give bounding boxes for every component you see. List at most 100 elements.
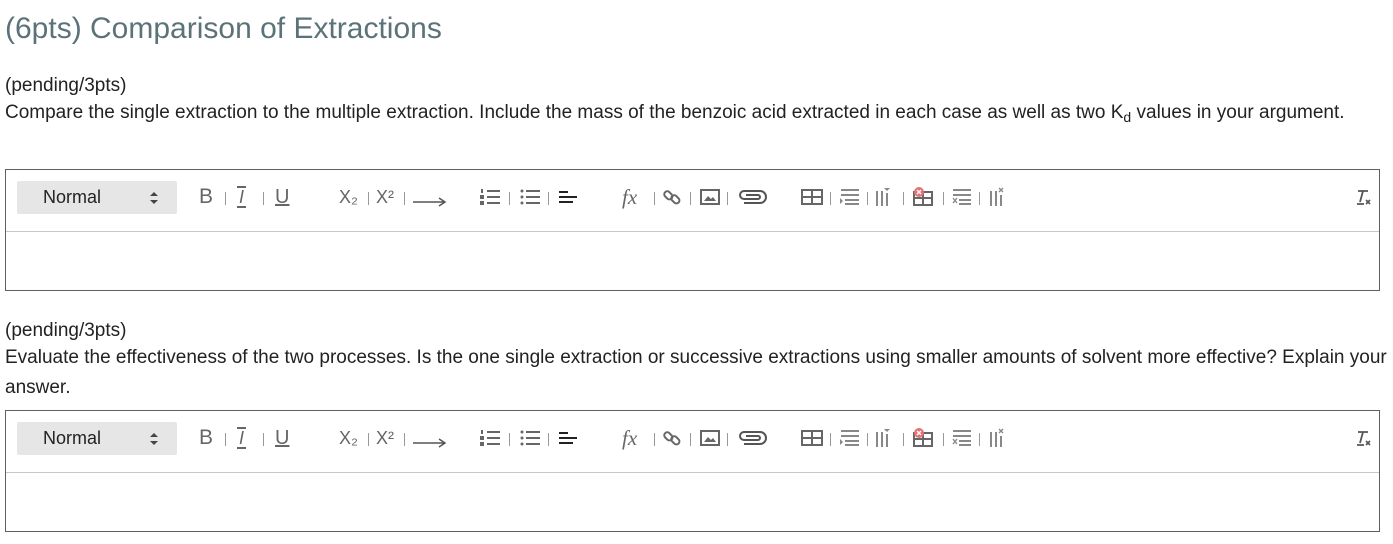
toolbar-separator [263,433,264,446]
arrow-button[interactable] [411,425,449,451]
format-select-label: Normal [43,428,102,448]
toolbar-separator [727,192,728,205]
editor-toolbar: Normal B I U X₂ X² fx [6,411,1379,473]
delete-table-icon [913,428,933,447]
toolbar-separator [548,192,549,205]
bullet-list-button[interactable] [519,425,541,451]
italic-button[interactable]: I [237,184,247,210]
align-button[interactable] [557,425,579,451]
delete-column-button[interactable] [988,425,1010,451]
link-icon [663,431,681,446]
editor-toolbar: Normal B I U X₂ X² fx [6,170,1379,232]
toolbar-separator [263,192,264,205]
attachment-button[interactable] [736,425,768,451]
toolbar-separator [903,433,904,446]
delete-table-button[interactable] [911,425,935,451]
delete-table-icon [913,187,933,206]
format-select[interactable]: Normal [17,422,177,455]
attachment-button[interactable] [736,184,768,210]
insert-row-button[interactable] [839,184,861,210]
delete-column-button[interactable] [988,184,1010,210]
align-button[interactable] [557,184,579,210]
toolbar-separator [225,192,226,205]
table-icon [801,430,823,446]
underline-icon: U [275,185,290,208]
italic-icon: I [237,427,247,449]
page-title: (6pts) Comparison of Extractions [5,12,442,45]
table-button[interactable] [801,184,823,210]
insert-column-icon [876,188,890,206]
italic-button[interactable]: I [237,425,247,451]
clear-format-icon [1357,190,1371,205]
ordered-list-button[interactable] [479,425,501,451]
ordered-list-button[interactable] [479,184,501,210]
toolbar-separator [943,192,944,205]
toolbar-separator [548,433,549,446]
toolbar-separator [727,433,728,446]
link-button[interactable] [661,425,683,451]
toolbar-separator [903,192,904,205]
insert-column-button[interactable] [874,184,896,210]
question-status: (pending/3pts) [5,320,127,341]
toolbar-separator [690,433,691,446]
underline-icon: U [275,426,290,449]
delete-row-button[interactable] [951,425,973,451]
clear-format-icon [1357,431,1371,446]
underline-button[interactable]: U [275,184,289,210]
toolbar-separator [654,433,655,446]
delete-column-icon [990,428,1004,447]
select-arrows-icon [150,433,158,445]
bold-icon: B [199,426,214,449]
formula-icon: fx [622,184,638,209]
bold-icon: B [199,185,214,208]
answer-text-area[interactable] [6,232,1379,290]
formula-button[interactable]: fx [622,425,637,451]
delete-column-icon [990,187,1004,206]
question-2: (pending/3pts) Evaluate the effectivenes… [5,319,1388,407]
image-icon [700,189,720,205]
attachment-icon [739,431,767,445]
toolbar-separator [979,192,980,205]
link-icon [663,190,681,205]
toolbar-separator [509,192,510,205]
insert-row-button[interactable] [839,425,861,451]
delete-row-icon [952,430,971,446]
formula-button[interactable]: fx [622,184,637,210]
answer-editor-2: Normal B I U X₂ X² fx [5,410,1380,532]
arrow-icon [413,197,447,207]
insert-column-button[interactable] [874,425,896,451]
delete-table-button[interactable] [911,184,935,210]
format-select[interactable]: Normal [17,181,177,214]
image-button[interactable] [699,184,721,210]
bullet-list-button[interactable] [519,184,541,210]
image-icon [700,430,720,446]
toolbar-separator [943,433,944,446]
italic-icon: I [237,186,247,208]
toolbar-separator [867,433,868,446]
underline-button[interactable]: U [275,425,289,451]
subscript-button[interactable]: X₂ [339,184,358,210]
link-button[interactable] [661,184,683,210]
clear-format-button[interactable] [1352,425,1374,451]
toolbar-separator [690,192,691,205]
bold-button[interactable]: B [199,184,213,210]
clear-format-button[interactable] [1352,184,1374,210]
arrow-button[interactable] [411,184,449,210]
subscript-button[interactable]: X₂ [339,425,358,451]
question-prompt: Compare the single extraction to the mul… [5,102,1345,125]
bold-button[interactable]: B [199,425,213,451]
table-button[interactable] [801,425,823,451]
toolbar-separator [867,192,868,205]
superscript-button[interactable]: X² [376,425,394,451]
image-button[interactable] [699,425,721,451]
formula-icon: fx [622,425,638,450]
question-1: (pending/3pts) Compare the single extrac… [5,74,1388,132]
answer-text-area[interactable] [6,473,1379,531]
subscript-icon: X₂ [339,427,358,448]
delete-row-button[interactable] [951,184,973,210]
toolbar-separator [509,433,510,446]
superscript-button[interactable]: X² [376,184,394,210]
subscript-icon: X₂ [339,186,358,207]
answer-editor-1: Normal B I U X₂ X² fx [5,169,1380,291]
toolbar-separator [225,433,226,446]
